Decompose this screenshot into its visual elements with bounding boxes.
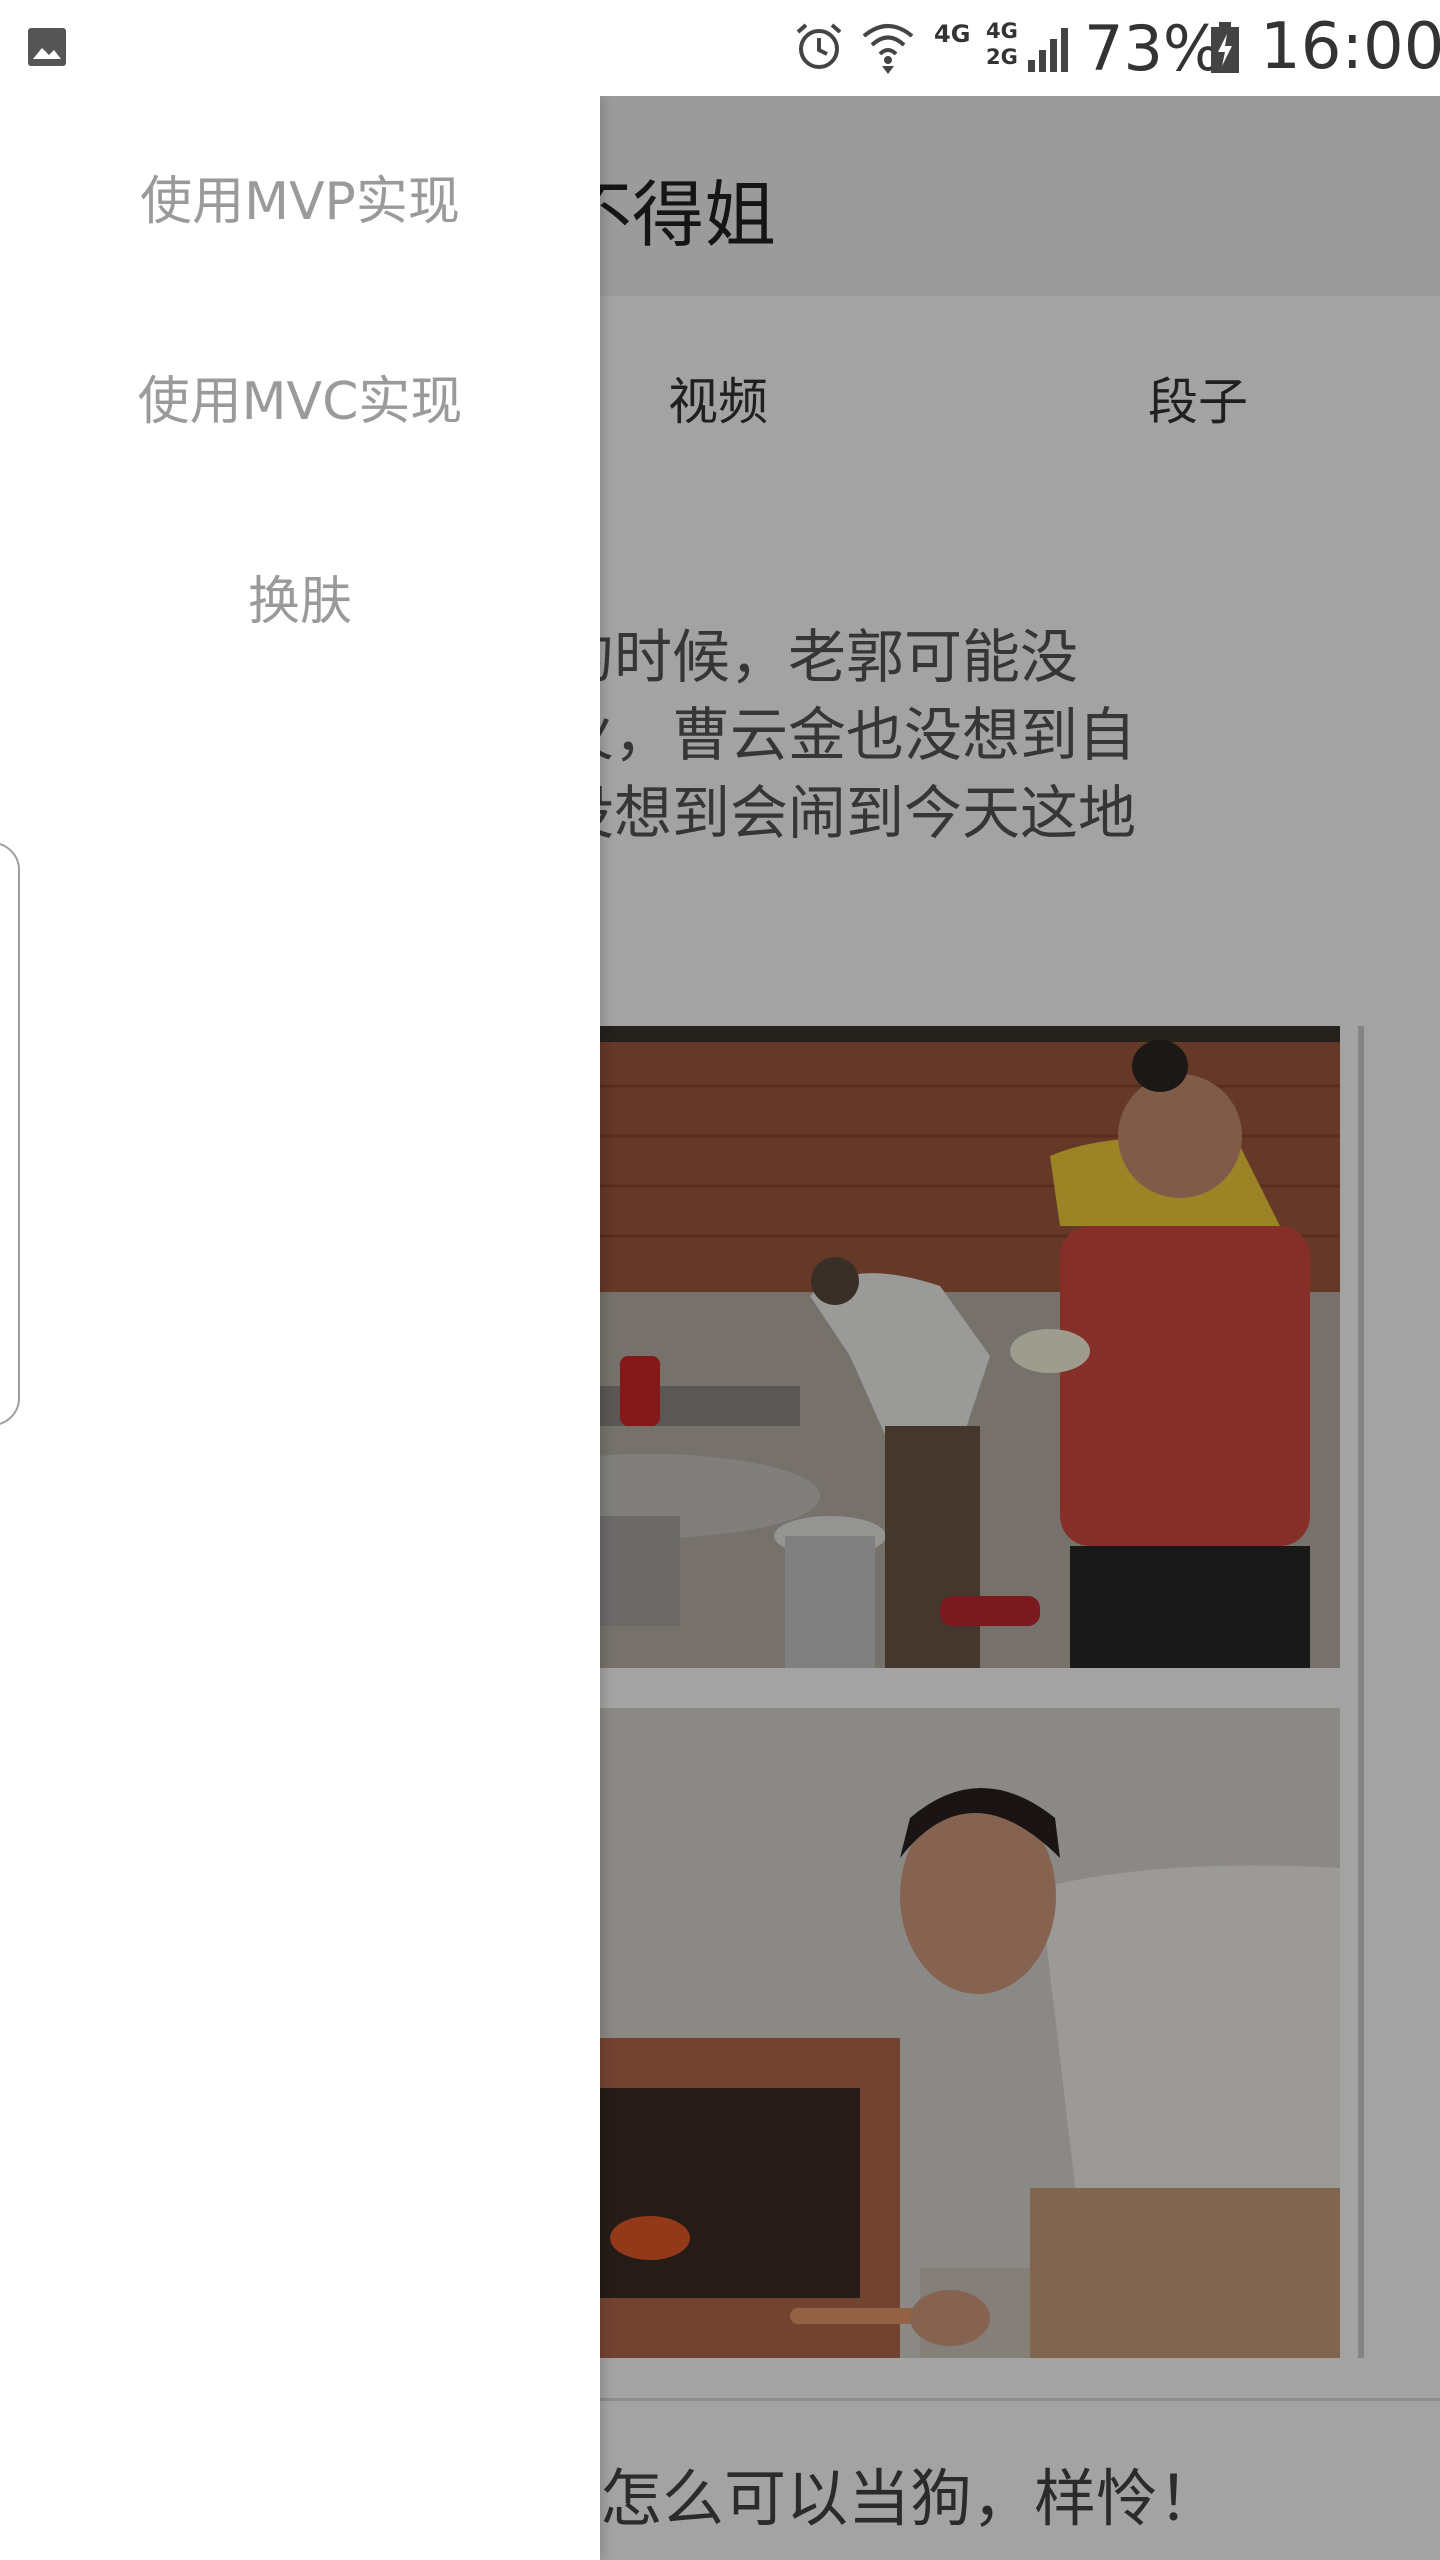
drawer-item-mvc[interactable]: 使用MVC实现 (0, 296, 600, 496)
status-bar: 4G 4G 2G 73% 16:00 (0, 0, 1440, 96)
navigation-drawer: 使用MVP实现 使用MVC实现 换肤 (0, 96, 600, 2560)
cellular-signal-icon (1028, 28, 1068, 72)
wifi-icon (862, 24, 914, 74)
drawer-item-skin[interactable]: 换肤 (0, 496, 600, 696)
network-type-label: 4G (934, 20, 971, 48)
battery-percent: 73% (1084, 12, 1222, 85)
drawer-item-mvp[interactable]: 使用MVP实现 (0, 96, 600, 296)
battery-charging-icon (1211, 22, 1239, 73)
alarm-clock-icon (796, 23, 842, 69)
edge-panel-handle[interactable] (0, 842, 20, 1426)
clock-time: 16:00 (1260, 10, 1440, 84)
image-icon (28, 28, 66, 66)
network-type-dual-label: 4G 2G (986, 19, 1018, 69)
